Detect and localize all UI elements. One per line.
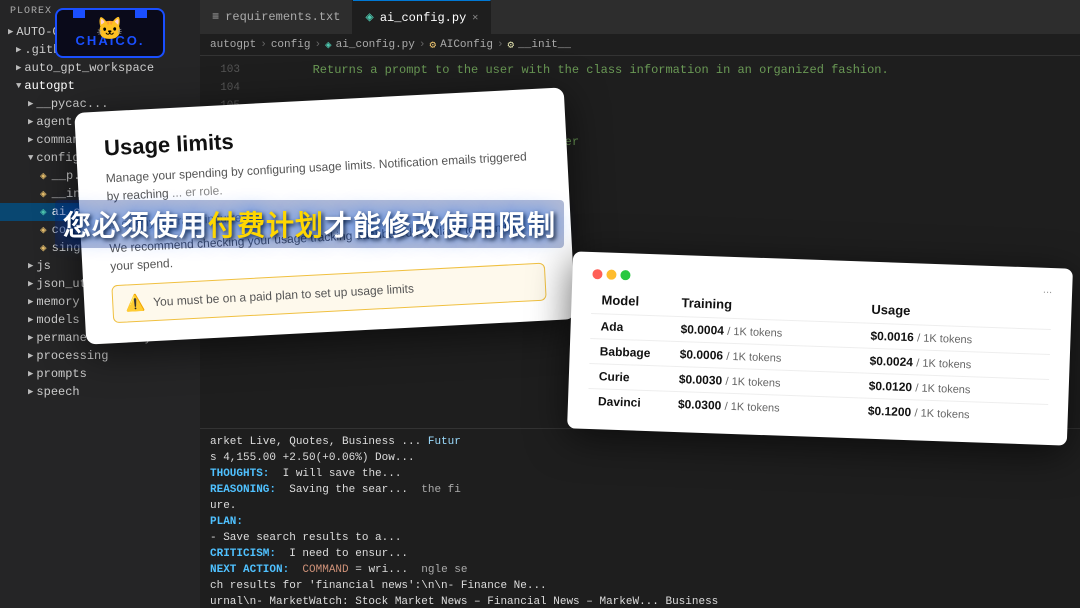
terminal-area: arket Live, Quotes, Business ... Futur s… [200, 428, 1080, 608]
breadcrumb-file: ◈ [325, 38, 332, 52]
chevron-right-icon: ▶ [28, 369, 33, 379]
chevron-right-icon: ▶ [28, 261, 33, 271]
chevron-right-icon: ▶ [28, 99, 33, 109]
terminal-line: ch results for 'financial news':\n\n- Fi… [210, 578, 1070, 594]
breadcrumb-method: ⚙ [508, 38, 515, 52]
chevron-right-icon: ▶ [28, 135, 33, 145]
txt-file-icon: ≡ [212, 10, 219, 24]
sidebar-item-label: config [36, 151, 79, 165]
breadcrumb-config: config [271, 39, 311, 51]
tab-label: requirements.txt [225, 10, 340, 24]
sidebar-item-github[interactable]: ▶ .github [0, 41, 200, 59]
file-icon: ◈ [40, 169, 47, 183]
close-tab-button[interactable]: ✕ [472, 12, 478, 24]
terminal-line: NEXT ACTION: COMMAND = wri... ngle se [210, 562, 1070, 578]
chevron-right-icon: ▶ [28, 279, 33, 289]
code-content [255, 79, 262, 97]
model-curie: Curie [588, 363, 669, 391]
chevron-right-icon: ▶ [28, 297, 33, 307]
card-title: ... [1043, 284, 1053, 296]
file-icon: ◈ [40, 205, 47, 219]
sidebar-header: PLOREX [0, 0, 200, 23]
col-model: Model [591, 288, 672, 316]
davinci-training: $0.0300 / 1K tokens [668, 391, 859, 422]
breadcrumb-autogpt: autogpt [210, 39, 256, 51]
breadcrumb-method-name: __init__ [518, 39, 571, 51]
tab-ai-config[interactable]: ◈ ai_config.py ✕ [353, 0, 491, 35]
sep-icon: › [497, 39, 504, 51]
sidebar-item-processing[interactable]: ▶ processing [0, 347, 200, 365]
breadcrumb: autogpt › config › ◈ ai_config.py › ⚙ AI… [200, 35, 1080, 56]
sidebar-item-label: speech [36, 385, 79, 399]
sidebar-item-label: memory [36, 295, 79, 309]
warning-icon: ⚠️ [125, 293, 146, 314]
sidebar-item-autog[interactable]: ▶ AUTO-G... [0, 23, 200, 41]
chevron-right-icon: ▶ [16, 45, 21, 55]
chevron-right-icon: ▶ [16, 63, 21, 73]
chevron-right-icon: ▶ [28, 315, 33, 325]
chevron-down-icon: ▼ [28, 153, 33, 163]
sep-icon: › [419, 39, 426, 51]
breadcrumb-filename: ai_config.py [336, 39, 415, 51]
tab-bar: ≡ requirements.txt ◈ ai_config.py ✕ [200, 0, 1080, 35]
line-number: 103 [200, 61, 240, 79]
expand-dot [620, 270, 630, 280]
pricing-card[interactable]: ... Model Training Usage Ada $0.0004 / 1… [567, 251, 1073, 445]
sidebar-item-prompts[interactable]: ▶ prompts [0, 365, 200, 383]
sidebar-item-label: processing [36, 349, 108, 363]
sidebar-item-autogpt[interactable]: ▼ autogpt [0, 77, 200, 95]
sidebar-item-label: prompts [36, 367, 86, 381]
sidebar-item-label: agent [36, 115, 72, 129]
usage-limits-card[interactable]: Usage limits Manage your spending by con… [74, 87, 575, 344]
model-ada: Ada [590, 313, 671, 341]
tab-requirements[interactable]: ≡ requirements.txt [200, 0, 353, 35]
model-babbage: Babbage [589, 338, 670, 366]
terminal-line: REASONING: Saving the sear... the fi [210, 482, 1070, 498]
sidebar-item-label: models [36, 313, 79, 327]
sidebar-item-label: autogpt [24, 79, 74, 93]
chevron-right-icon: ▶ [8, 27, 13, 37]
terminal-line: CRITICISM: I need to ensur... [210, 546, 1070, 562]
pricing-table: Model Training Usage Ada $0.0004 / 1K to… [588, 288, 1052, 429]
model-davinci: Davinci [588, 388, 669, 415]
sidebar-item-workspace[interactable]: ▶ auto_gpt_workspace [0, 59, 200, 77]
chevron-right-icon: ▶ [28, 351, 33, 361]
line-number: 104 [200, 79, 240, 97]
terminal-line: ure. [210, 498, 1070, 514]
sidebar-item-label: auto_gpt_workspace [24, 61, 154, 75]
terminal-line: PLAN: [210, 514, 1070, 530]
chevron-right-icon: ▶ [28, 117, 33, 127]
py-file-icon: ◈ [365, 9, 373, 26]
terminal-line: - Save search results to a... [210, 530, 1070, 546]
chevron-down-icon: ▼ [16, 81, 21, 91]
sidebar-item-label: __pycac... [36, 97, 108, 111]
minimize-dot [606, 270, 616, 280]
chevron-right-icon: ▶ [28, 333, 33, 343]
terminal-line: s 4,155.00 +2.50(+0.06%) Dow... [210, 450, 1070, 466]
sidebar-item-label: js [36, 259, 50, 273]
sep-icon: › [260, 39, 267, 51]
terminal-line: THOUGHTS: I will save the... [210, 466, 1070, 482]
breadcrumb-class-name: AIConfig [440, 39, 493, 51]
close-dot [592, 269, 602, 279]
window-dots [592, 269, 630, 280]
chevron-right-icon: ▶ [28, 387, 33, 397]
file-icon: ◈ [40, 241, 47, 255]
davinci-usage: $0.1200 / 1K tokens [857, 398, 1048, 429]
file-icon: ◈ [40, 223, 47, 237]
tab-label: ai_config.py [380, 11, 466, 25]
code-line-104: 104 [200, 79, 1080, 97]
code-line-103: 103 Returns a prompt to the user with th… [200, 61, 1080, 79]
sidebar-item-label: .github [24, 43, 74, 57]
file-icon: ◈ [40, 187, 47, 201]
code-content: Returns a prompt to the user with the cl… [255, 61, 889, 79]
breadcrumb-class: ⚙ [430, 38, 437, 52]
sidebar-item-label: AUTO-G... [16, 25, 81, 39]
terminal-line: urnal\n- MarketWatch: Stock Market News … [210, 594, 1070, 608]
sidebar-item-speech[interactable]: ▶ speech [0, 383, 200, 401]
usage-warning-text: You must be on a paid plan to set up usa… [153, 281, 414, 309]
sep-icon: › [314, 39, 321, 51]
